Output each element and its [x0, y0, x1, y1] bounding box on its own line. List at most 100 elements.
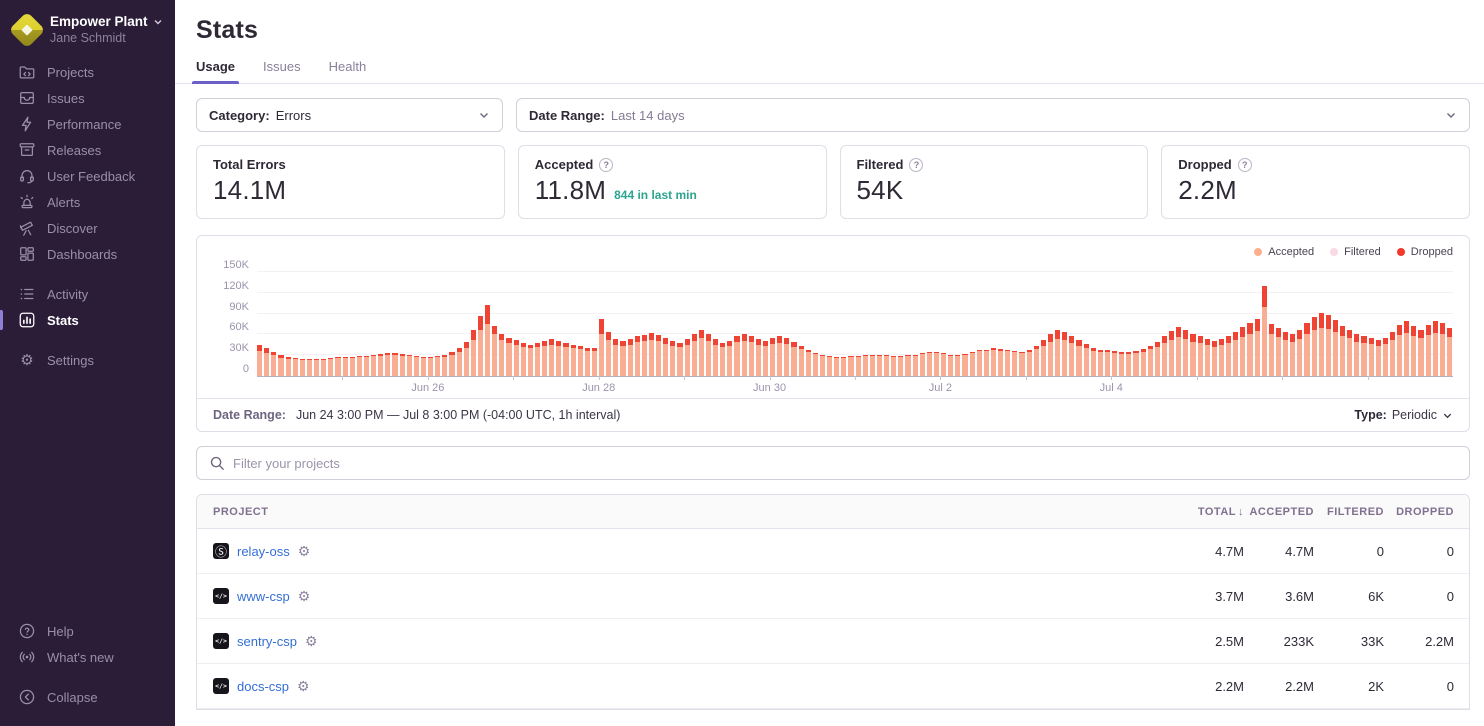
usage-bar[interactable] [563, 343, 568, 376]
usage-bar[interactable] [1262, 286, 1267, 376]
usage-bar[interactable] [620, 341, 625, 376]
usage-bar[interactable] [749, 336, 754, 376]
usage-bar[interactable] [499, 334, 504, 376]
usage-bar[interactable] [734, 336, 739, 376]
usage-bar[interactable] [920, 353, 925, 376]
usage-bar[interactable] [635, 336, 640, 376]
usage-bar[interactable] [414, 356, 419, 376]
usage-bar[interactable] [856, 356, 861, 376]
usage-bar[interactable] [813, 353, 818, 376]
project-settings-gear-icon[interactable]: ⚙ [305, 634, 318, 648]
sidebar-item-releases[interactable]: Releases [0, 137, 175, 163]
usage-bar[interactable] [1290, 334, 1295, 376]
usage-bar[interactable] [663, 338, 668, 376]
project-link[interactable]: sentry-csp [237, 634, 297, 649]
usage-bar[interactable] [841, 357, 846, 376]
sidebar-item-projects[interactable]: Projects [0, 59, 175, 85]
usage-bar[interactable] [1162, 336, 1167, 376]
usage-bar[interactable] [1091, 348, 1096, 376]
usage-bar[interactable] [891, 356, 896, 376]
usage-bar[interactable] [585, 348, 590, 376]
usage-bar[interactable] [514, 340, 519, 376]
usage-bar[interactable] [392, 353, 397, 376]
column-header-project[interactable]: Project [213, 506, 1124, 518]
usage-bar[interactable] [464, 342, 469, 376]
usage-bar[interactable] [350, 357, 355, 376]
usage-bar[interactable] [1112, 351, 1117, 376]
usage-bar[interactable] [1183, 330, 1188, 376]
usage-bar[interactable] [343, 357, 348, 376]
usage-bar[interactable] [834, 357, 839, 376]
usage-bar[interactable] [1411, 326, 1416, 376]
usage-bar[interactable] [677, 343, 682, 376]
usage-bar[interactable] [257, 345, 262, 376]
usage-bar[interactable] [970, 352, 975, 376]
usage-bar[interactable] [307, 359, 312, 376]
usage-bar[interactable] [1390, 332, 1395, 376]
usage-bar[interactable] [1297, 330, 1302, 376]
legend-item-accepted[interactable]: Accepted [1254, 246, 1314, 258]
sidebar-item-issues[interactable]: Issues [0, 85, 175, 111]
project-filter-input[interactable] [233, 456, 1457, 471]
usage-bar[interactable] [492, 326, 497, 376]
usage-bar[interactable] [628, 339, 633, 376]
usage-bar[interactable] [1440, 323, 1445, 376]
usage-bar[interactable] [1098, 350, 1103, 376]
usage-bar[interactable] [1304, 323, 1309, 376]
usage-bar[interactable] [314, 359, 319, 376]
chart-type-select[interactable]: Type: Periodic [1354, 408, 1453, 422]
usage-bar[interactable] [1361, 336, 1366, 376]
usage-bar[interactable] [613, 339, 618, 376]
usage-bar[interactable] [777, 336, 782, 376]
project-link[interactable]: www-csp [237, 589, 290, 604]
usage-bar[interactable] [1126, 352, 1131, 376]
usage-bar[interactable] [335, 357, 340, 376]
usage-bar[interactable] [913, 355, 918, 376]
usage-bar[interactable] [1133, 351, 1138, 376]
column-header-filtered[interactable]: Filtered [1314, 506, 1384, 518]
usage-bar[interactable] [649, 333, 654, 376]
usage-bar[interactable] [407, 355, 412, 376]
help-icon[interactable]: ? [909, 158, 923, 172]
usage-bar[interactable] [1340, 326, 1345, 376]
usage-bar[interactable] [742, 334, 747, 376]
usage-bar[interactable] [977, 350, 982, 376]
org-switcher[interactable]: Empower Plant Jane Schmidt [0, 12, 175, 59]
usage-bar[interactable] [1212, 341, 1217, 376]
usage-bar[interactable] [1069, 336, 1074, 376]
sidebar-item-dashboards[interactable]: Dashboards [0, 241, 175, 267]
sidebar-item-performance[interactable]: Performance [0, 111, 175, 137]
usage-bar[interactable] [542, 341, 547, 376]
usage-bar[interactable] [1076, 340, 1081, 376]
usage-bar[interactable] [1326, 315, 1331, 376]
usage-bar[interactable] [713, 339, 718, 376]
usage-bar[interactable] [606, 332, 611, 376]
usage-bar[interactable] [1347, 330, 1352, 376]
usage-bar[interactable] [1041, 340, 1046, 376]
usage-bar[interactable] [571, 345, 576, 376]
usage-bar[interactable] [1354, 334, 1359, 376]
usage-bar[interactable] [1084, 344, 1089, 376]
usage-bar[interactable] [1198, 336, 1203, 376]
usage-bar[interactable] [1027, 350, 1032, 376]
usage-bar[interactable] [642, 335, 647, 376]
sidebar-item-alerts[interactable]: Alerts [0, 189, 175, 215]
category-select[interactable]: Category: Errors [196, 98, 503, 132]
usage-bar[interactable] [962, 354, 967, 376]
legend-item-filtered[interactable]: Filtered [1330, 246, 1381, 258]
usage-bar[interactable] [300, 359, 305, 376]
project-settings-gear-icon[interactable]: ⚙ [298, 589, 311, 603]
usage-bar[interactable] [428, 357, 433, 376]
project-settings-gear-icon[interactable]: ⚙ [298, 544, 311, 558]
usage-bar[interactable] [998, 349, 1003, 376]
usage-bar[interactable] [727, 341, 732, 376]
sidebar-item-user-feedback[interactable]: User Feedback [0, 163, 175, 189]
usage-bar[interactable] [670, 341, 675, 376]
date-range-select[interactable]: Date Range: Last 14 days [516, 98, 1470, 132]
sidebar-item-discover[interactable]: Discover [0, 215, 175, 241]
usage-bar[interactable] [556, 341, 561, 376]
usage-bar[interactable] [827, 356, 832, 376]
usage-bar[interactable] [400, 354, 405, 376]
usage-bar[interactable] [770, 338, 775, 376]
usage-bar[interactable] [1383, 338, 1388, 376]
